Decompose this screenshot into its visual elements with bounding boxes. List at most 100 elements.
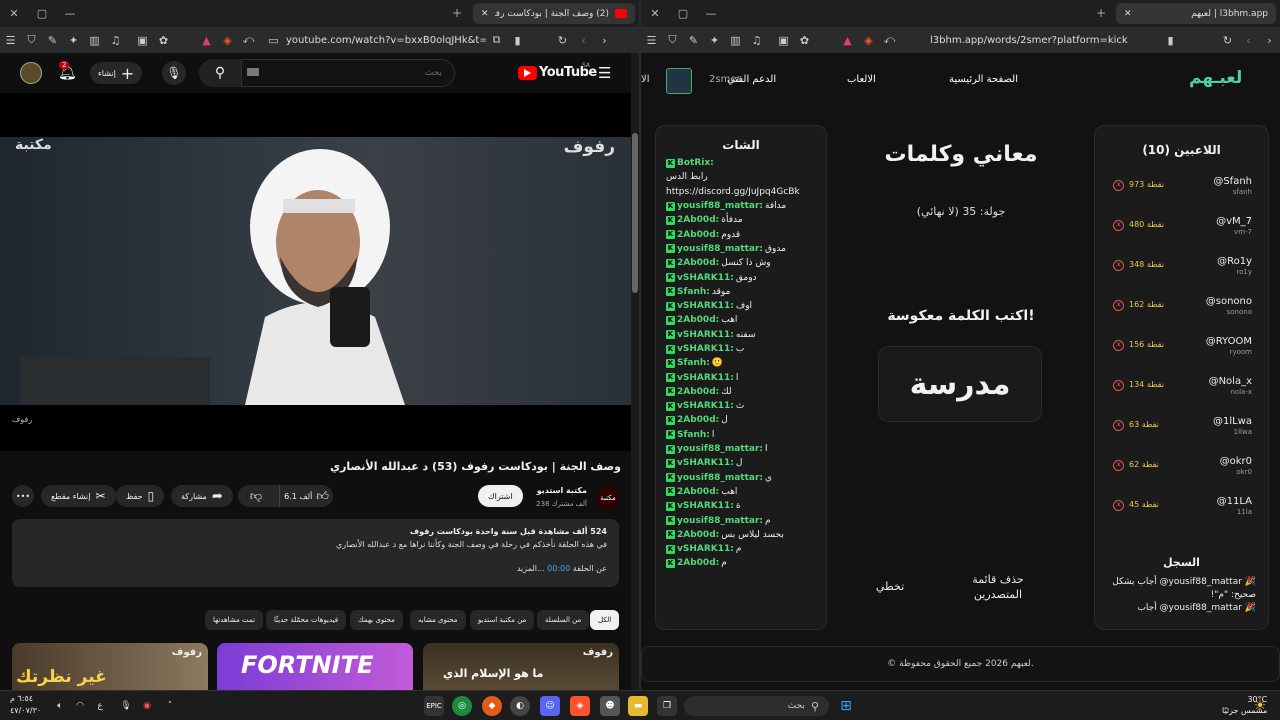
- chat-username[interactable]: vSHARK11:: [677, 458, 734, 468]
- chat-username[interactable]: 2Ab00d:: [677, 415, 719, 425]
- maximize-window-icon[interactable]: ▢: [669, 0, 697, 27]
- brave-shield-icon[interactable]: ◈: [217, 27, 238, 53]
- record-tray-icon[interactable]: ◉: [137, 696, 157, 716]
- remove-player-icon[interactable]: ✕: [1113, 180, 1124, 191]
- site-logo[interactable]: لعبـهم: [1189, 68, 1242, 88]
- puzzle-icon[interactable]: ✦: [704, 27, 725, 53]
- chat-username[interactable]: vSHARK11:: [677, 273, 734, 283]
- clear-leaderboard-button[interactable]: حذف قائمة المتصدرين: [963, 572, 1033, 602]
- search-input[interactable]: [262, 68, 442, 78]
- create-button[interactable]: إنشاء +: [90, 62, 143, 84]
- chat-username[interactable]: yousif88_mattar:: [677, 473, 763, 483]
- brave-browser-icon[interactable]: ◈: [570, 696, 590, 716]
- chat-username[interactable]: 2Ab00d:: [677, 487, 719, 497]
- nav-home[interactable]: الصفحة الرئيسية: [949, 74, 1018, 85]
- user-avatar[interactable]: [666, 68, 692, 94]
- shield-icon[interactable]: ⛉: [21, 27, 42, 53]
- keyboard-icon[interactable]: [247, 68, 259, 76]
- channel-name[interactable]: مكتبة استديو: [537, 486, 587, 495]
- chat-username[interactable]: 2Ab00d:: [677, 558, 719, 568]
- forward-icon[interactable]: ›: [594, 27, 615, 53]
- chip-all[interactable]: الكل: [590, 610, 620, 630]
- share-button[interactable]: مشاركة ➦: [171, 485, 233, 507]
- share-icon[interactable]: ⤺: [879, 27, 900, 53]
- tab-l3bhm[interactable]: ✕ لعبهم | l3bhm.app: [1116, 3, 1276, 24]
- chat-username[interactable]: 2Ab00d:: [677, 387, 719, 397]
- brave-rewards-icon[interactable]: ▲: [837, 27, 858, 53]
- bookmark-icon[interactable]: ▮: [507, 27, 528, 53]
- bookmark-icon[interactable]: ▮: [1160, 27, 1181, 53]
- file-explorer-icon[interactable]: ▬: [628, 696, 648, 716]
- chat-username[interactable]: vSHARK11:: [677, 330, 734, 340]
- chat-username[interactable]: yousif88_mattar:: [677, 516, 763, 526]
- remove-player-icon[interactable]: ✕: [1113, 220, 1124, 231]
- remove-player-icon[interactable]: ✕: [1113, 340, 1124, 351]
- app-orange-icon[interactable]: ◆: [482, 696, 502, 716]
- obs-icon[interactable]: ◐: [510, 696, 530, 716]
- reload-icon[interactable]: ↻: [552, 27, 573, 53]
- shield-icon[interactable]: ⛉: [662, 27, 683, 53]
- subscribe-button[interactable]: اشتراك: [478, 485, 523, 507]
- discord-icon[interactable]: ☺: [540, 696, 560, 716]
- chip-series[interactable]: من السلسلة: [537, 610, 590, 630]
- description-box[interactable]: 524 ألف مشاهدة قبل سنة واحدة بودكاست رفو…: [12, 519, 619, 587]
- avatar[interactable]: [20, 62, 42, 84]
- close-window-icon[interactable]: ✕: [0, 0, 28, 27]
- chat-username[interactable]: vSHARK11:: [677, 344, 734, 354]
- nav-more[interactable]: الا: [641, 74, 649, 85]
- volume-icon[interactable]: 🔈︎: [50, 696, 70, 716]
- remove-player-icon[interactable]: ✕: [1113, 460, 1124, 471]
- close-window-icon[interactable]: ✕: [641, 0, 669, 27]
- remove-player-icon[interactable]: ✕: [1113, 260, 1124, 271]
- language-indicator[interactable]: ع: [90, 696, 110, 716]
- chat-username[interactable]: BotRix:: [677, 158, 714, 168]
- scrollbar-thumb[interactable]: [632, 133, 638, 293]
- forward-icon[interactable]: ›: [1259, 27, 1280, 53]
- reload-icon[interactable]: ↻: [1217, 27, 1238, 53]
- clock[interactable]: ٦:٥٤ م ٤٧/٠٧/٣٠: [10, 693, 41, 717]
- related-video-thumbnail[interactable]: FORTNITE: [217, 643, 413, 690]
- epic-games-icon[interactable]: EPIC: [424, 696, 444, 716]
- minimize-window-icon[interactable]: —: [697, 0, 725, 27]
- tab-youtube[interactable]: ✕ (2) وصف الجنة | بودكاست رفوف: [473, 3, 635, 24]
- page-scrollbar[interactable]: [631, 53, 639, 690]
- chat-username[interactable]: vSHARK11:: [677, 501, 734, 511]
- new-tab-icon[interactable]: +: [452, 6, 462, 20]
- show-more-link[interactable]: ...المزيد: [517, 564, 545, 573]
- extension-icon[interactable]: ✎: [42, 27, 63, 53]
- task-view-icon[interactable]: ❐: [657, 696, 677, 716]
- save-button[interactable]: حفظ ▯: [116, 485, 165, 507]
- chat-username[interactable]: vSHARK11:: [677, 301, 734, 311]
- chat-username[interactable]: yousif88_mattar:: [677, 244, 763, 254]
- chat-username[interactable]: 2Ab00d:: [677, 530, 719, 540]
- guide-menu-icon[interactable]: ☰: [598, 64, 611, 82]
- voice-search-icon[interactable]: 🎙︎: [162, 61, 186, 85]
- remove-player-icon[interactable]: ✕: [1113, 380, 1124, 391]
- close-tab-icon[interactable]: ✕: [1124, 9, 1132, 19]
- chat-username[interactable]: 2Ab00d:: [677, 230, 719, 240]
- pip-icon[interactable]: ▣: [132, 27, 153, 53]
- chat-username[interactable]: yousif88_mattar:: [677, 201, 763, 211]
- chrome-icon[interactable]: ◎: [452, 696, 472, 716]
- chat-username[interactable]: 2Ab00d:: [677, 258, 719, 268]
- chat-username[interactable]: Sfanh:: [677, 430, 710, 440]
- extensions-icon[interactable]: ✿: [794, 27, 815, 53]
- chip-watched[interactable]: تمت مشاهدتها: [205, 610, 263, 630]
- brave-rewards-icon[interactable]: ▲: [196, 27, 217, 53]
- chat-username[interactable]: Sfanh:: [677, 358, 710, 368]
- back-icon[interactable]: ‹: [1238, 27, 1259, 53]
- chat-username[interactable]: vSHARK11:: [677, 401, 734, 411]
- chat-username[interactable]: yousif88_mattar:: [677, 444, 763, 454]
- clip-button[interactable]: إنشاء مقطع ✂: [41, 485, 116, 507]
- chip-similar[interactable]: محتوى مشابه: [410, 610, 466, 630]
- extensions-icon[interactable]: ✿: [153, 27, 174, 53]
- tray-chevron-icon[interactable]: ˄: [160, 696, 180, 716]
- mic-tray-icon[interactable]: 🎙︎: [116, 696, 136, 716]
- page-icon[interactable]: ▭: [263, 27, 284, 53]
- close-tab-icon[interactable]: ✕: [481, 9, 489, 19]
- url-text[interactable]: l3bhm.app/words/2smer?platform=kick: [930, 35, 1160, 46]
- search-button[interactable]: ⚲: [199, 59, 241, 87]
- remove-player-icon[interactable]: ✕: [1113, 420, 1124, 431]
- music-icon[interactable]: ♫: [105, 27, 126, 53]
- brave-shield-icon[interactable]: ◈: [858, 27, 879, 53]
